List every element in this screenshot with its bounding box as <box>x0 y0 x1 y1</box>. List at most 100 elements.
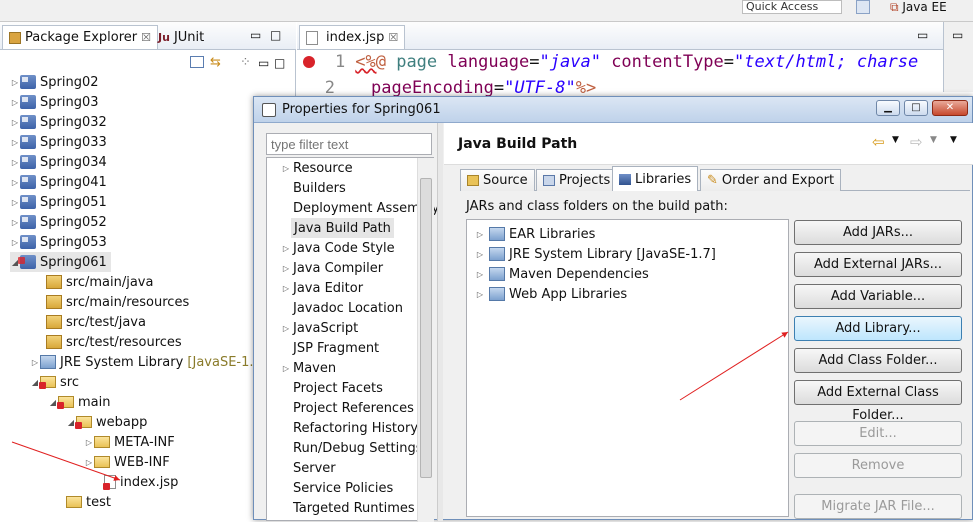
expand-icon[interactable]: ▷ <box>281 244 291 253</box>
forward-arrow-icon[interactable]: ⇨ <box>910 133 923 151</box>
quick-access-input[interactable]: Quick Access <box>742 0 842 14</box>
migrate-jar-file-button[interactable]: Migrate JAR File... <box>794 494 962 519</box>
jar-item-jre-system-library[interactable]: ▷ JRE System Library [JavaSE-1.7] <box>475 244 716 264</box>
add-variable-button[interactable]: Add Variable... <box>794 284 962 309</box>
expand-icon[interactable]: ▷ <box>475 230 485 239</box>
category-java-build-path[interactable]: Java Build Path <box>291 218 394 238</box>
category-server[interactable]: Server <box>293 458 336 478</box>
expand-icon[interactable]: ▷ <box>281 324 291 333</box>
tree-item-spring034[interactable]: ▷ Spring034 <box>10 152 107 172</box>
add-library-button[interactable]: Add Library... <box>794 316 962 341</box>
tree-item-src-test-resources[interactable]: src/test/resources <box>46 332 182 352</box>
category-builders[interactable]: Builders <box>293 178 346 198</box>
jar-item-maven-dependencies[interactable]: ▷ Maven Dependencies <box>475 264 649 284</box>
tree-item-spring061[interactable]: ◢ Spring061 <box>10 252 111 272</box>
tree-item-spring032[interactable]: ▷ Spring032 <box>10 112 107 132</box>
view-menu-icon[interactable]: ▼ <box>950 135 957 145</box>
expand-icon[interactable]: ▷ <box>10 238 20 247</box>
tree-item-src-main-java[interactable]: src/main/java <box>46 272 153 292</box>
expand-icon[interactable]: ▷ <box>10 118 20 127</box>
category-javascript[interactable]: ▷ JavaScript <box>281 318 358 338</box>
jar-item-ear-libraries[interactable]: ▷ EAR Libraries <box>475 224 596 244</box>
tree-item-spring033[interactable]: ▷ Spring033 <box>10 132 107 152</box>
minimize-icon[interactable]: ▭ <box>250 28 261 42</box>
expand-icon[interactable]: ▷ <box>10 138 20 147</box>
tree-item-jre-system-library[interactable]: ▷ JRE System Library [JavaSE-1.7] <box>30 352 267 372</box>
close-icon[interactable]: ☒ <box>141 31 151 44</box>
chevron-down-icon[interactable]: ▼ <box>892 135 899 145</box>
close-icon[interactable]: ☒ <box>388 31 398 44</box>
chevron-down-icon[interactable]: ▼ <box>930 135 937 145</box>
add-jars-button[interactable]: Add JARs... <box>794 220 962 245</box>
tree-item-spring02[interactable]: ▷ Spring02 <box>10 72 99 92</box>
expand-icon[interactable]: ▷ <box>84 438 94 447</box>
code-line-2[interactable]: 2 pageEncoding="UTF-8"%> <box>297 78 596 98</box>
tree-item-index-jsp[interactable]: index.jsp <box>103 472 178 492</box>
category-service-policies[interactable]: Service Policies <box>293 478 393 498</box>
category-java-code-style[interactable]: ▷ Java Code Style <box>281 238 395 258</box>
category-java-editor[interactable]: ▷ Java Editor <box>281 278 363 298</box>
category-refactoring-history[interactable]: Refactoring History <box>293 418 418 438</box>
add-class-folder-button[interactable]: Add Class Folder... <box>794 348 962 373</box>
expand-icon[interactable]: ▷ <box>10 198 20 207</box>
scrollbar-thumb[interactable] <box>420 178 432 478</box>
category-targeted-runtimes[interactable]: Targeted Runtimes <box>293 498 415 518</box>
tab-junit[interactable]: Ju JUnit <box>152 25 210 49</box>
add-external-jars-button[interactable]: Add External JARs... <box>794 252 962 277</box>
category-project-facets[interactable]: Project Facets <box>293 378 383 398</box>
minimize-icon[interactable]: ▭ <box>258 56 269 70</box>
tab-libraries[interactable]: Libraries <box>612 166 699 191</box>
back-arrow-icon[interactable]: ⇦ <box>872 133 885 151</box>
tree-item-spring053[interactable]: ▷ Spring053 <box>10 232 107 252</box>
jar-item-web-app-libraries[interactable]: ▷ Web App Libraries <box>475 284 627 304</box>
add-external-class-folder-button[interactable]: Add External Class Folder... <box>794 380 962 423</box>
expand-icon[interactable]: ▷ <box>10 158 20 167</box>
category-resource[interactable]: ▷ Resource <box>281 158 353 178</box>
maximize-icon[interactable]: □ <box>274 56 285 70</box>
maximize-icon[interactable]: □ <box>904 100 928 116</box>
category-javadoc-location[interactable]: Javadoc Location <box>293 298 403 318</box>
category-jsp-fragment[interactable]: JSP Fragment <box>293 338 379 358</box>
expand-icon[interactable]: ▷ <box>475 250 485 259</box>
category-maven[interactable]: ▷ Maven <box>281 358 336 378</box>
tab-order-and-export[interactable]: ✎ Order and Export <box>700 169 842 191</box>
code-line-1[interactable]: 1 <%@ page language="java" contentType="t… <box>297 52 918 76</box>
tree-item-meta-inf[interactable]: ▷ META-INF <box>84 432 175 452</box>
filter-input[interactable] <box>266 133 432 155</box>
expand-icon[interactable]: ▷ <box>84 458 94 467</box>
expand-icon[interactable]: ▷ <box>30 358 40 367</box>
restore-icon[interactable]: ▭ <box>952 28 963 42</box>
category-java-compiler[interactable]: ▷ Java Compiler <box>281 258 383 278</box>
tree-item-main[interactable]: ◢ main <box>48 392 111 412</box>
category-scrollbar[interactable] <box>417 158 434 522</box>
expand-icon[interactable]: ▷ <box>281 284 291 293</box>
collapse-all-icon[interactable] <box>190 56 204 68</box>
expand-icon[interactable]: ▷ <box>281 364 291 373</box>
expand-icon[interactable]: ▷ <box>10 178 20 187</box>
perspective-java-ee[interactable]: ⧉ Java EE <box>890 0 947 15</box>
expand-icon[interactable]: ▷ <box>10 78 20 87</box>
tree-item-src-main-resources[interactable]: src/main/resources <box>46 292 189 312</box>
open-perspective-icon[interactable] <box>856 0 870 14</box>
close-icon[interactable]: ✕ <box>932 100 968 116</box>
tree-item-spring052[interactable]: ▷ Spring052 <box>10 212 107 232</box>
minimize-icon[interactable]: ▭ <box>917 28 928 42</box>
tree-item-spring03[interactable]: ▷ Spring03 <box>10 92 99 112</box>
minimize-icon[interactable]: ▁ <box>876 100 900 116</box>
category-run-debug-settings[interactable]: Run/Debug Settings <box>293 438 423 458</box>
tree-item-web-inf[interactable]: ▷ WEB-INF <box>84 452 170 472</box>
dialog-titlebar[interactable]: Properties for Spring061 ▁ □ ✕ <box>254 97 972 123</box>
expand-icon[interactable]: ▷ <box>10 98 20 107</box>
view-menu-icon[interactable]: ⁘ <box>240 55 251 70</box>
tab-index-jsp[interactable]: index.jsp ☒ <box>299 25 406 49</box>
edit-button[interactable]: Edit... <box>794 421 962 446</box>
tree-item-src-test-java[interactable]: src/test/java <box>46 312 146 332</box>
expand-icon[interactable]: ▷ <box>281 264 291 273</box>
splitter-sash[interactable] <box>437 123 443 521</box>
expand-icon[interactable]: ▷ <box>475 290 485 299</box>
tree-item-spring051[interactable]: ▷ Spring051 <box>10 192 107 212</box>
tree-item-src[interactable]: ◢ src <box>30 372 79 392</box>
tab-package-explorer[interactable]: Package Explorer ☒ <box>2 25 159 49</box>
expand-icon[interactable]: ▷ <box>475 270 485 279</box>
category-project-references[interactable]: Project References <box>293 398 414 418</box>
